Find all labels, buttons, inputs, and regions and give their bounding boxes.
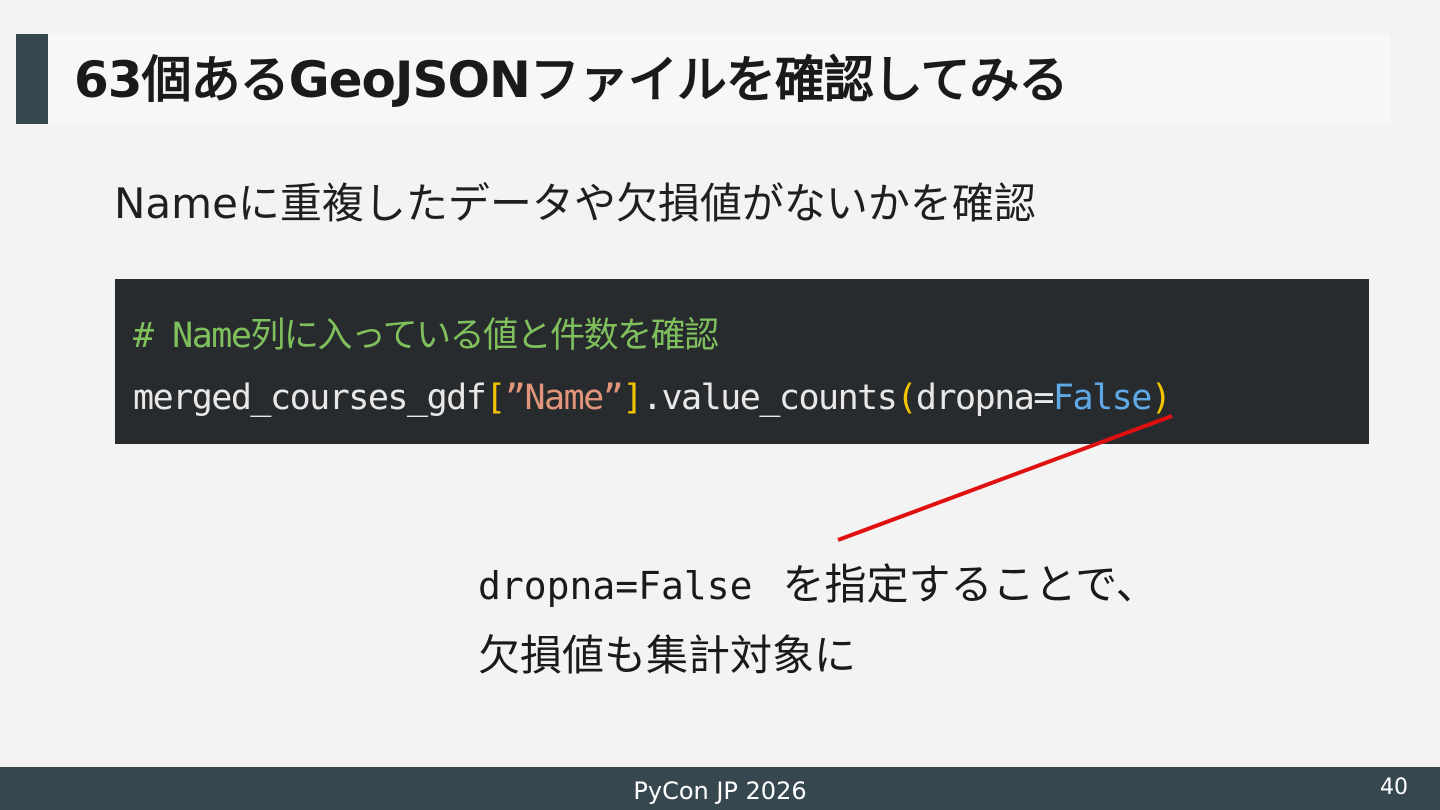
footer-title: PyCon JP 2026 — [633, 777, 807, 805]
annotation-code: dropna=False — [478, 564, 753, 608]
code-open-bracket: [ — [485, 378, 506, 418]
code-method: .value_counts — [641, 378, 898, 418]
code-close-paren: ) — [1150, 378, 1172, 418]
annotation-note: dropna=False を指定することで、 欠損値も集計対象に — [478, 550, 1158, 691]
page-number: 40 — [1380, 775, 1408, 800]
annotation-text-1: を指定することで、 — [782, 560, 1158, 609]
code-line-statement: merged_courses_gdf[”Name”].value_counts(… — [133, 367, 1369, 429]
annotation-note-line-1: dropna=False を指定することで、 — [478, 550, 1158, 621]
slide-title-bar: 63個あるGeoJSONファイルを確認してみる — [16, 34, 1390, 124]
code-false-keyword: False — [1052, 378, 1152, 418]
code-open-paren: ( — [896, 378, 917, 418]
annotation-note-line-2: 欠損値も集計対象に — [478, 621, 1158, 691]
slide-footer: PyCon JP 2026 40 — [0, 767, 1440, 810]
annotation-text-2: 欠損値も集計対象に — [478, 631, 857, 680]
code-comment: # Name列に入っている値と件数を確認 — [133, 316, 719, 356]
code-argument: dropna= — [915, 378, 1055, 418]
code-line-comment: # Name列に入っている値と件数を確認 — [133, 305, 1369, 367]
code-block: # Name列に入っている値と件数を確認 merged_courses_gdf[… — [115, 279, 1369, 444]
title-accent-bar — [16, 34, 48, 124]
code-string: ”Name” — [504, 378, 624, 418]
code-close-bracket: ] — [622, 378, 643, 418]
slide-subtitle: Nameに重複したデータや欠損値がないかを確認 — [114, 179, 1036, 228]
slide-title: 63個あるGeoJSONファイルを確認してみる — [74, 51, 1068, 109]
code-variable: merged_courses_gdf — [133, 378, 487, 418]
